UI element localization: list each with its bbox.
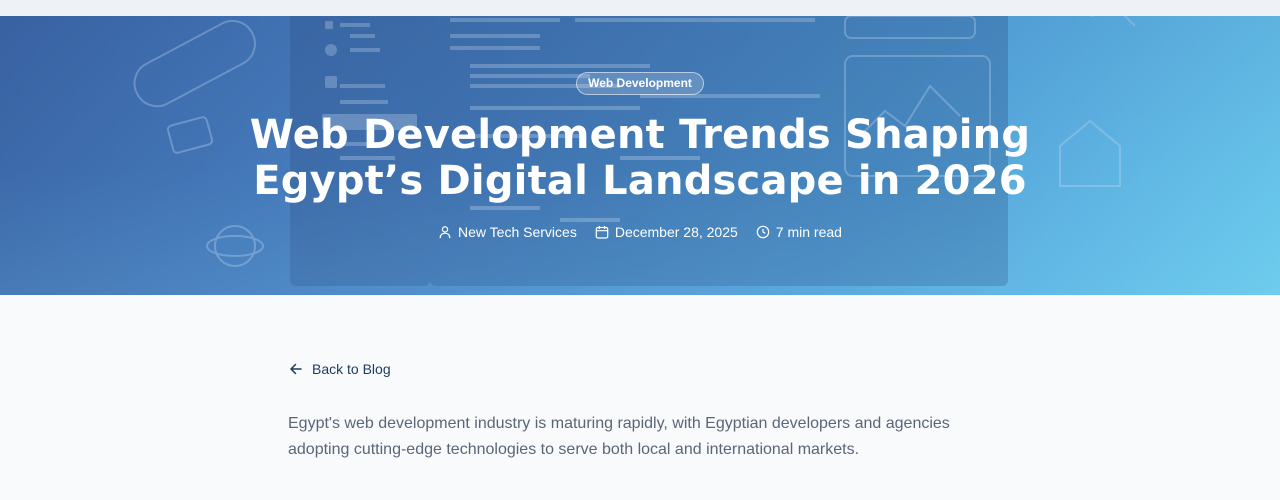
category-badge[interactable]: Web Development bbox=[576, 72, 704, 95]
meta-author: New Tech Services bbox=[438, 224, 577, 240]
article-meta: New Tech Services December 28, 2025 7 mi… bbox=[0, 222, 1280, 242]
page-title: Web Development Trends Shaping Egypt’s D… bbox=[249, 112, 1031, 204]
meta-read-time: 7 min read bbox=[756, 224, 842, 240]
back-link-label: Back to Blog bbox=[312, 361, 391, 377]
arrow-left-icon bbox=[290, 363, 302, 375]
meta-date: December 28, 2025 bbox=[595, 224, 738, 240]
article-intro: Egypt's web development industry is matu… bbox=[288, 415, 950, 458]
top-strip bbox=[0, 0, 1280, 16]
article-hero: Web Development Web Development Trends S… bbox=[0, 16, 1280, 295]
user-icon bbox=[439, 226, 451, 239]
back-to-blog-link[interactable]: Back to Blog bbox=[288, 359, 391, 379]
calendar-icon bbox=[595, 225, 609, 239]
publish-date: December 28, 2025 bbox=[614, 224, 738, 240]
hero-content: Web Development Web Development Trends S… bbox=[0, 16, 1280, 295]
clock-icon bbox=[756, 225, 770, 239]
author-name: New Tech Services bbox=[458, 224, 577, 240]
read-time: 7 min read bbox=[775, 224, 842, 240]
article-body: Back to Blog Egypt's web development ind… bbox=[288, 295, 992, 500]
